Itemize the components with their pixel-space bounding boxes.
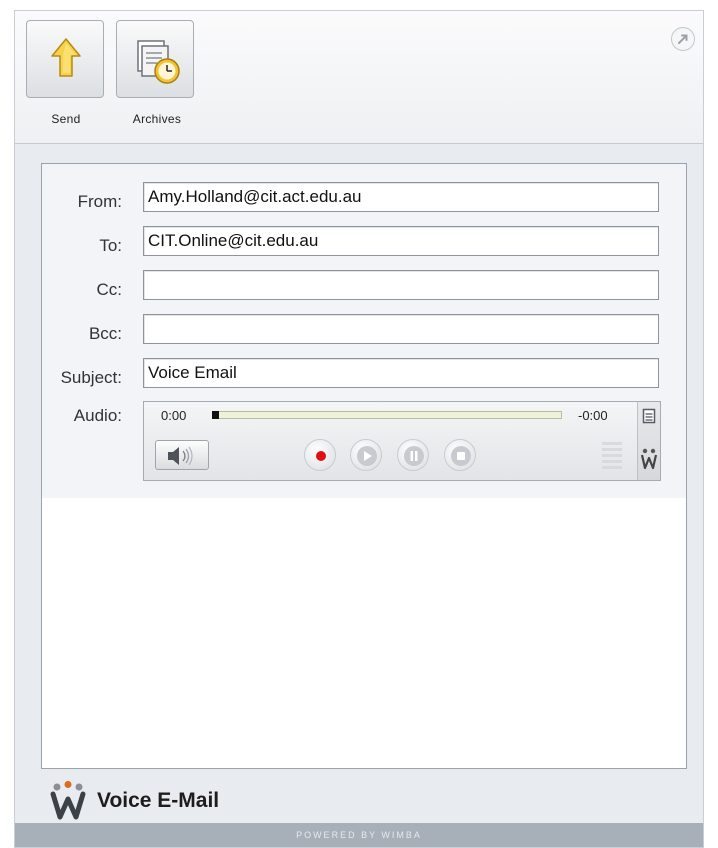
header-fields: From: To: Cc: Bcc: Subject: Audio: 0:00 … — [42, 164, 686, 498]
to-field[interactable] — [143, 226, 659, 256]
powered-by-footer: POWERED BY WIMBA — [15, 823, 703, 847]
cc-label: Cc: — [96, 280, 123, 299]
bcc-label: Bcc: — [88, 324, 122, 343]
archives-label: Archives — [132, 112, 182, 126]
popout-button[interactable] — [670, 26, 696, 52]
popout-arrow-icon — [671, 27, 695, 51]
message-panel: From: To: Cc: Bcc: Subject: Audio: 0:00 … — [41, 163, 687, 769]
wimba-logo-icon — [50, 781, 86, 820]
to-label: To: — [99, 236, 122, 255]
subject-label: Subject: — [60, 368, 122, 387]
brand-title: Voice E-Mail — [97, 789, 220, 812]
wimba-logo-icon — [641, 448, 657, 470]
progress-track[interactable] — [212, 411, 562, 419]
clock-document-icon — [137, 40, 180, 84]
volume-button[interactable] — [155, 440, 209, 470]
toolbar: Send Archives — [15, 11, 703, 144]
stop-icon — [451, 446, 471, 466]
bcc-field[interactable] — [143, 314, 659, 344]
pause-icon — [404, 446, 424, 466]
record-button[interactable] — [304, 439, 336, 471]
speaker-icon — [168, 446, 193, 466]
elapsed-time: 0:00 — [161, 408, 187, 423]
brand: Voice E-Mail — [49, 781, 349, 821]
remaining-time: -0:00 — [578, 408, 608, 423]
player-side-panel — [637, 402, 660, 480]
audio-player: 0:00 -0:00 — [143, 401, 661, 481]
audio-label: Audio: — [73, 406, 122, 425]
progress-thumb[interactable] — [212, 411, 219, 419]
up-arrow-icon — [51, 38, 81, 77]
record-icon — [316, 451, 326, 461]
pause-button[interactable] — [397, 439, 429, 471]
menu-icon[interactable] — [642, 408, 656, 424]
archives-button[interactable] — [116, 20, 194, 98]
send-button[interactable] — [26, 20, 104, 98]
voice-email-window: Send Archives From: Amy.Holland@cit.act.… — [14, 10, 704, 848]
send-label: Send — [51, 112, 81, 126]
cc-field[interactable] — [143, 270, 659, 300]
from-label: From: — [77, 192, 122, 211]
play-icon — [357, 446, 377, 466]
subject-field[interactable] — [143, 358, 659, 388]
play-button[interactable] — [350, 439, 382, 471]
level-meter-icon — [602, 442, 622, 469]
stop-button[interactable] — [444, 439, 476, 471]
from-field[interactable] — [143, 182, 659, 212]
